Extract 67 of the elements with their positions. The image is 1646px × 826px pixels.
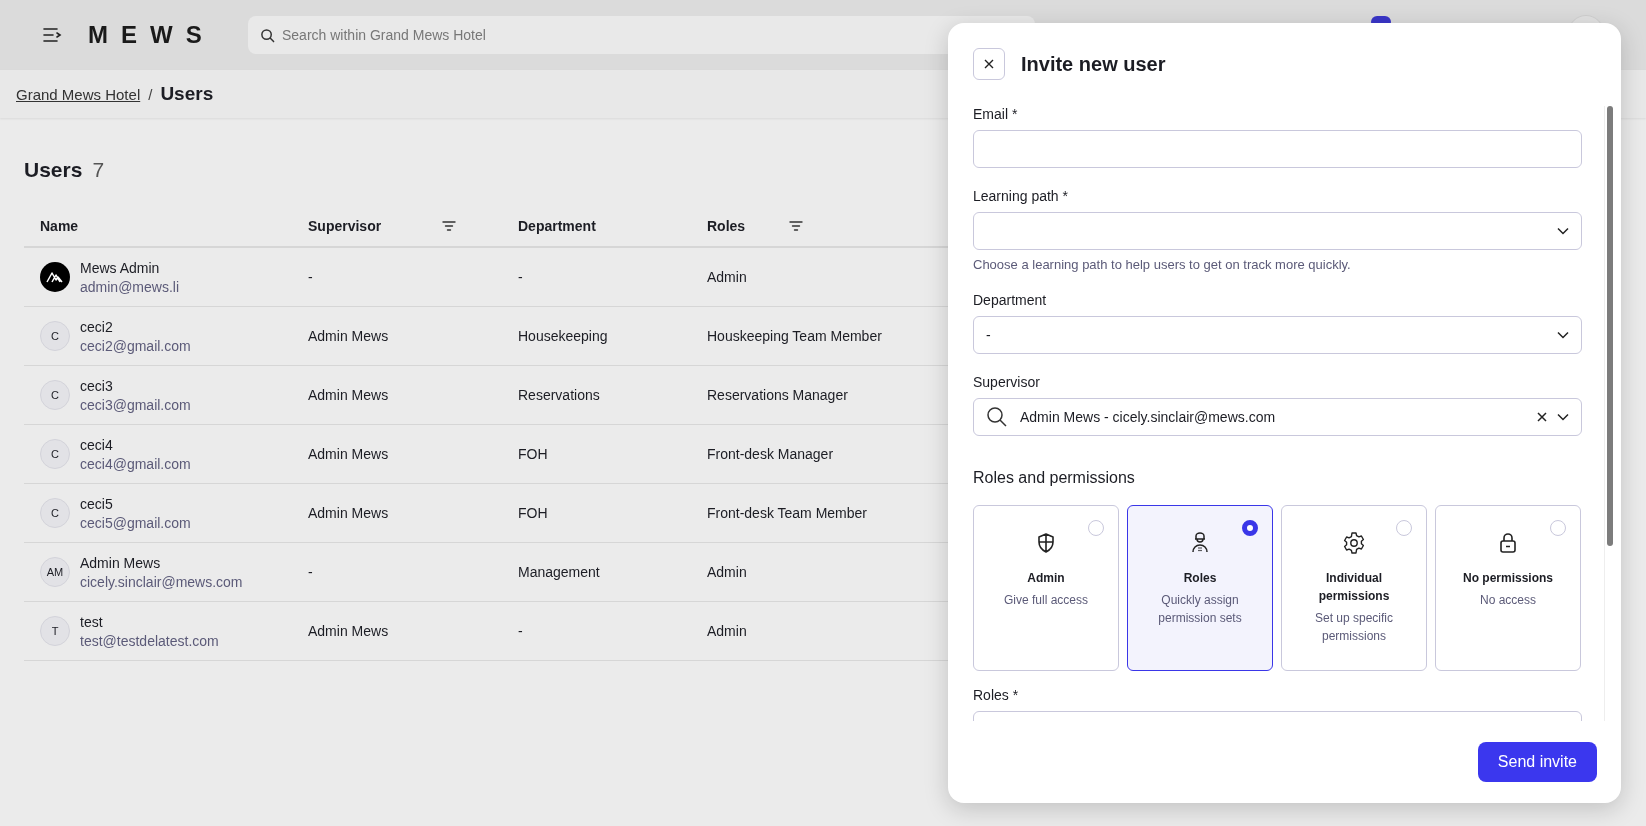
table-cell: Houskeeping Team Member (707, 328, 882, 344)
table-cell: Admin Mews (308, 505, 389, 521)
table-cell: - (518, 623, 523, 639)
send-invite-button[interactable]: Send invite (1477, 742, 1597, 782)
avatar-initials: C (40, 498, 70, 528)
table-cell: - (308, 564, 313, 580)
table-cell: Reservations (518, 387, 600, 403)
user-email: cicely.sinclair@mews.com (80, 573, 243, 590)
avatar-initials: AM (40, 557, 70, 587)
field-label: Roles * (973, 687, 1020, 704)
user-name: Mews Admin (80, 259, 161, 276)
section-heading: Roles and permissions (973, 468, 1136, 487)
user-email: ceci2@gmail.com (80, 337, 191, 354)
column-header[interactable]: Department (518, 218, 596, 234)
column-header[interactable]: Roles (707, 218, 749, 234)
user-name: ceci5 (80, 495, 114, 512)
dialog-title: Invite new user (1021, 52, 1166, 76)
avatar-initials: C (40, 439, 70, 469)
table-cell: Admin Mews (308, 446, 389, 462)
user-name: ceci2 (80, 318, 114, 335)
field-label: Department (973, 292, 1048, 309)
user-name: ceci4 (80, 436, 114, 453)
table-cell: Admin Mews (308, 387, 389, 403)
permission-option[interactable]: Roles Quickly assign permission sets (1127, 505, 1273, 671)
user-count: 7 (92, 158, 105, 182)
column-header[interactable]: Name (40, 218, 79, 234)
permission-option[interactable]: No permissions No access (1435, 505, 1581, 671)
field-label: Email * (973, 106, 1019, 123)
user-name: Admin Mews (80, 554, 162, 571)
user-email: ceci3@gmail.com (80, 396, 191, 413)
table-cell: Admin Mews (308, 328, 389, 344)
table-cell: Reservations Manager (707, 387, 848, 403)
field-label: Supervisor (973, 374, 1041, 391)
user-email: ceci4@gmail.com (80, 455, 191, 472)
supervisor-field[interactable]: Admin Mews - cicely.sinclair@mews.com (973, 398, 1582, 436)
field-label: Learning path * (973, 188, 1069, 205)
table-cell: Front-desk Manager (707, 446, 834, 462)
breadcrumb-link[interactable]: Grand Mews Hotel (16, 85, 141, 103)
avatar-initials: C (40, 380, 70, 410)
table-cell: Front-desk Team Member (707, 505, 867, 521)
table-cell: Admin Mews (308, 623, 389, 639)
table-cell: FOH (518, 446, 548, 462)
user-email: test@testdelatest.com (80, 632, 219, 649)
breadcrumb-current: Users (160, 83, 214, 105)
avatar-initials: T (40, 616, 70, 646)
select-field[interactable]: - (973, 316, 1582, 354)
user-name: ceci3 (80, 377, 114, 394)
page-title: Users (24, 158, 83, 182)
table-cell: Housekeeping (518, 328, 608, 344)
field-hint: Choose a learning path to help users to get on track more quickly. (973, 257, 1352, 272)
avatar-initials: C (40, 321, 70, 351)
table-cell: Management (518, 564, 600, 580)
user-email: admin@mews.li (80, 278, 179, 295)
permission-option[interactable]: Admin Give full access (973, 505, 1119, 671)
table-cell: - (308, 269, 313, 285)
user-email: ceci5@gmail.com (80, 514, 191, 531)
table-cell: Admin (707, 269, 747, 285)
user-name: test (80, 613, 104, 630)
logo[interactable]: MEWS (88, 21, 248, 49)
column-header[interactable]: Supervisor (308, 218, 402, 234)
permission-option[interactable]: Individual permissions Set up specific permissions (1281, 505, 1427, 671)
table-cell: FOH (518, 505, 548, 521)
breadcrumb-separator: / (148, 85, 153, 103)
table-cell: - (518, 269, 523, 285)
table-cell: Admin (707, 564, 747, 580)
search-field[interactable]: Search within Grand Mews Hotel (248, 16, 1035, 54)
table-cell: Admin (707, 623, 747, 639)
